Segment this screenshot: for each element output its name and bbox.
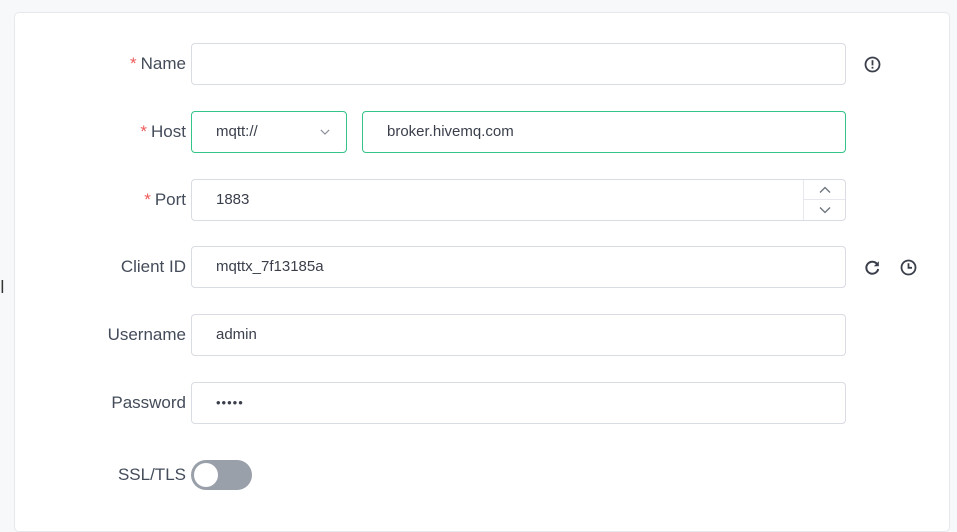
required-mark: * (130, 54, 137, 73)
port-value: 1883 (216, 191, 250, 208)
chevron-down-icon (320, 129, 330, 135)
ssl-tls-label: SSL/TLS (117, 465, 186, 484)
password-label: Password (111, 393, 186, 412)
client-id-label: Client ID (120, 257, 186, 276)
port-input[interactable]: 1883 (191, 179, 846, 221)
chevron-down-icon (819, 207, 830, 214)
username-row: Username admin (15, 314, 949, 356)
edge-text-fragment: l (0, 278, 5, 298)
username-input[interactable]: admin (191, 314, 846, 356)
chevron-up-icon (819, 186, 830, 193)
client-id-input[interactable]: mqttx_7f13185a (191, 246, 846, 288)
refresh-icon[interactable] (862, 257, 882, 277)
protocol-value: mqtt:// (216, 123, 258, 140)
decrement-button[interactable] (804, 200, 845, 220)
connection-form-card: * Name * Host mqtt:// broker.hivemq.com * P… (14, 12, 950, 532)
port-row: * Port 1883 (15, 179, 949, 221)
host-row: * Host mqtt:// broker.hivemq.com (15, 111, 949, 153)
required-mark: * (140, 122, 148, 141)
name-row: * Name (15, 43, 949, 85)
port-stepper (803, 180, 845, 220)
protocol-select[interactable]: mqtt:// (191, 111, 347, 153)
required-mark: * (144, 190, 151, 209)
clock-icon[interactable] (898, 257, 918, 277)
ssl-tls-row: SSL/TLS (15, 450, 949, 500)
toggle-knob (194, 463, 218, 487)
increment-button[interactable] (804, 180, 845, 200)
host-input[interactable]: broker.hivemq.com (362, 111, 846, 153)
name-label: * Name (130, 54, 186, 73)
name-input[interactable] (191, 43, 846, 85)
info-circle-icon[interactable] (862, 54, 882, 74)
port-label: * Port (144, 190, 186, 209)
username-label: Username (107, 325, 186, 344)
password-input[interactable]: ••••• (191, 382, 846, 424)
host-label: * Host (140, 122, 186, 141)
client-id-row: Client ID mqttx_7f13185a (15, 246, 949, 288)
password-row: Password ••••• (15, 382, 949, 424)
ssl-tls-toggle[interactable] (191, 460, 252, 490)
